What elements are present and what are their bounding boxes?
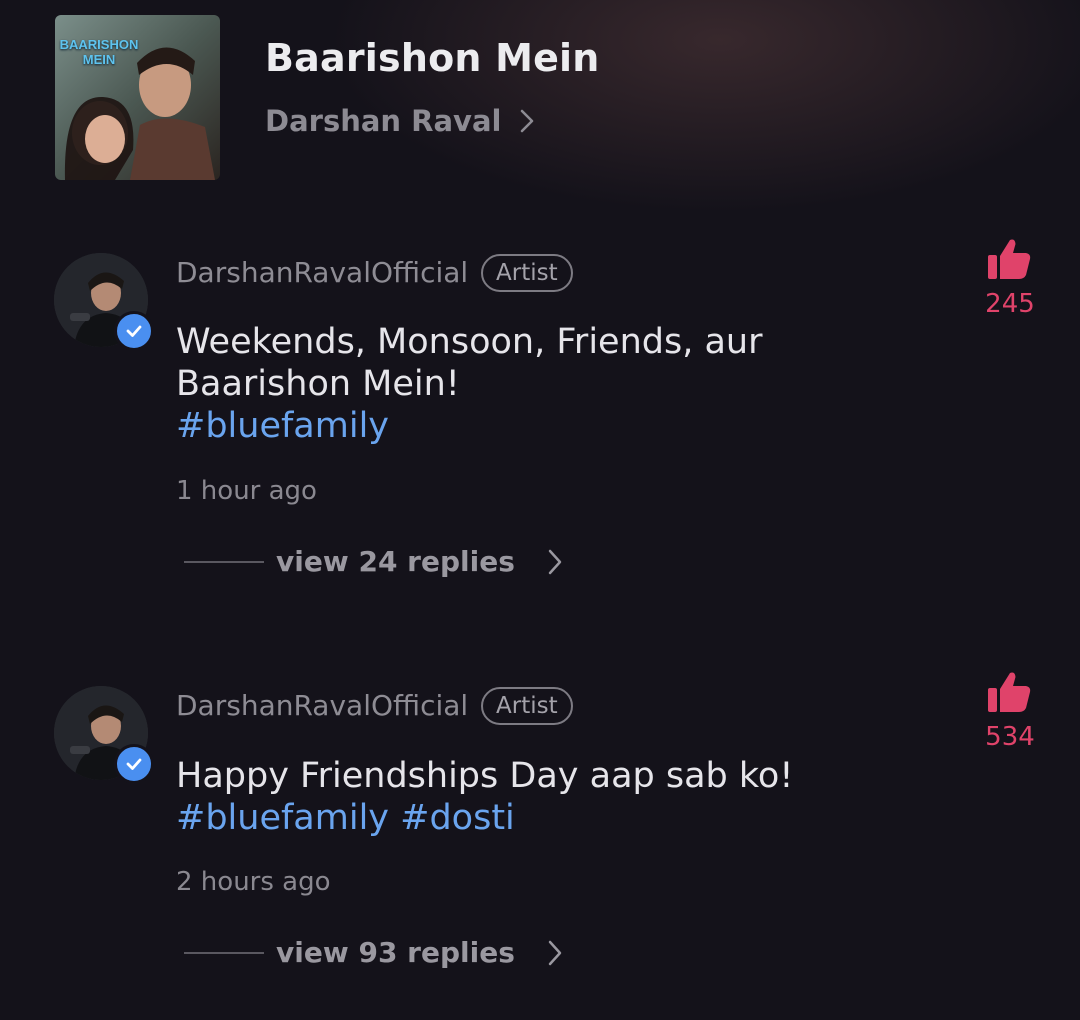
replies-divider xyxy=(184,951,264,954)
comment-timestamp: 1 hour ago xyxy=(176,476,317,506)
artist-badge: Artist xyxy=(481,254,573,292)
artist-link[interactable]: Darshan Raval xyxy=(265,104,535,138)
view-replies-label: view 24 replies xyxy=(276,545,515,578)
replies-divider xyxy=(184,560,264,563)
song-header: BAARISHON MEIN Baarishon Mein Darshan Ra… xyxy=(0,0,1080,200)
comment-hashtags[interactable]: #bluefamily xyxy=(176,405,896,447)
album-cover[interactable]: BAARISHON MEIN xyxy=(55,15,220,180)
thumbs-up-icon[interactable] xyxy=(986,669,1032,715)
like-count: 534 xyxy=(985,722,1035,752)
view-replies-button[interactable]: view 93 replies xyxy=(184,936,563,969)
chevron-right-icon xyxy=(521,109,534,133)
thumbs-up-icon[interactable] xyxy=(986,236,1032,282)
chevron-right-icon xyxy=(548,940,562,965)
artist-badge: Artist xyxy=(481,687,573,725)
like-count: 245 xyxy=(985,289,1035,319)
verified-check-icon xyxy=(114,311,154,351)
verified-check-icon xyxy=(114,744,154,784)
comment-hashtags[interactable]: #bluefamily #dosti xyxy=(176,797,896,839)
comment-body: Happy Friendships Day aap sab ko! xyxy=(176,756,794,796)
comment-body: Weekends, Monsoon, Friends, aur Baarisho… xyxy=(176,322,763,404)
comment-username[interactable]: DarshanRavalOfficial xyxy=(176,689,468,722)
view-replies-label: view 93 replies xyxy=(276,936,515,969)
artist-name: Darshan Raval xyxy=(265,104,502,138)
album-cover-title: BAARISHON MEIN xyxy=(59,37,139,67)
comment-username[interactable]: DarshanRavalOfficial xyxy=(176,256,468,289)
song-title: Baarishon Mein xyxy=(265,36,600,80)
chevron-right-icon xyxy=(548,549,562,574)
comment-text: Happy Friendships Day aap sab ko! #bluef… xyxy=(176,755,896,839)
comment-timestamp: 2 hours ago xyxy=(176,867,331,897)
view-replies-button[interactable]: view 24 replies xyxy=(184,545,563,578)
comment-text: Weekends, Monsoon, Friends, aur Baarisho… xyxy=(176,321,896,447)
